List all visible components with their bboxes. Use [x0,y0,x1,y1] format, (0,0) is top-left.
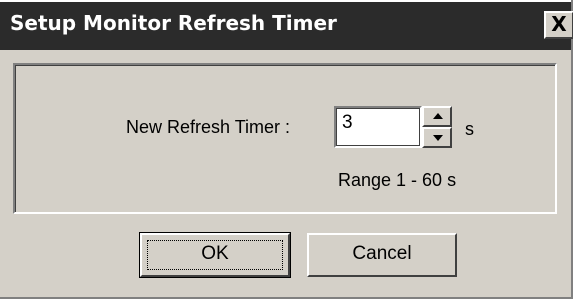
refresh-timer-spinner [422,106,452,148]
spin-up-button[interactable] [422,106,452,127]
spin-down-button[interactable] [422,127,452,148]
dialog-window: Setup Monitor Refresh Timer X New Refres… [0,0,573,299]
arrow-up-icon [433,113,443,119]
arrow-down-icon [433,135,443,141]
dialog-title: Setup Monitor Refresh Timer [10,11,337,35]
close-icon: X [551,12,567,36]
close-button[interactable]: X [544,11,573,39]
refresh-timer-input[interactable]: 3 [334,106,422,148]
title-bar[interactable]: Setup Monitor Refresh Timer X [0,0,573,50]
ok-button[interactable]: OK [139,232,291,278]
range-hint: Range 1 - 60 s [338,170,457,190]
settings-group-frame [13,63,557,214]
unit-label: s [465,119,474,139]
cancel-button[interactable]: Cancel [307,233,457,277]
refresh-timer-label: New Refresh Timer : [126,117,291,137]
